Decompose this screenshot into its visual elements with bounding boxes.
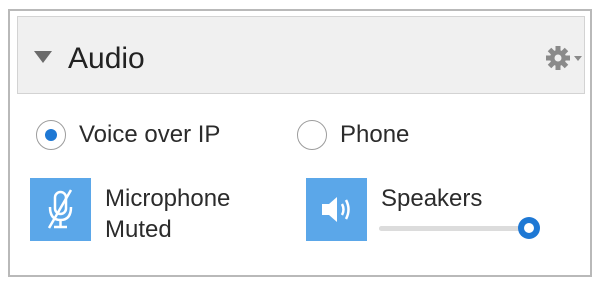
speakers-label: Speakers	[381, 185, 483, 212]
radio-phone-button[interactable]	[297, 120, 327, 150]
microphone-status: Muted	[105, 216, 172, 243]
gear-icon[interactable]	[545, 44, 585, 72]
speakers-volume-fill	[379, 226, 529, 231]
speakers-toggle-button[interactable]	[306, 178, 367, 241]
radio-voice-over-ip-button[interactable]	[36, 120, 66, 150]
microphone-label: Microphone Muted	[105, 183, 230, 245]
radio-phone-label: Phone	[340, 121, 410, 148]
microphone-label-line1: Microphone	[105, 185, 231, 212]
chevron-down-icon	[574, 56, 582, 61]
speaker-icon	[322, 197, 350, 222]
radio-voice-over-ip-label: Voice over IP	[79, 121, 221, 148]
radio-selected-dot	[45, 129, 57, 141]
microphone-muted-icon	[47, 189, 73, 229]
audio-panel: Audio Voice over IP Phone Microphone Mut…	[8, 9, 592, 277]
panel-title: Audio	[68, 42, 145, 75]
panel-header[interactable]: Audio	[17, 16, 585, 94]
collapse-arrow-icon[interactable]	[34, 51, 52, 63]
radio-phone[interactable]: Phone	[297, 117, 409, 153]
speakers-volume-thumb[interactable]	[518, 217, 540, 239]
microphone-toggle-button[interactable]	[30, 178, 91, 241]
radio-voice-over-ip[interactable]: Voice over IP	[36, 117, 220, 153]
speakers-volume-slider[interactable]	[379, 226, 529, 231]
